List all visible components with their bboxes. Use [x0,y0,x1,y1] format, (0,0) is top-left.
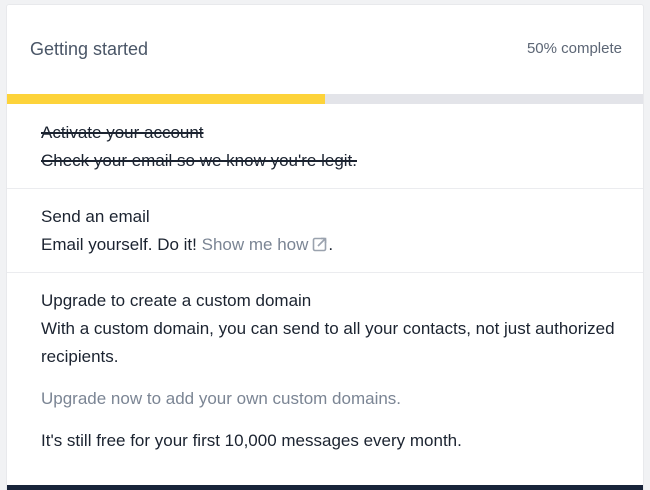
step-description-end: . [328,235,334,254]
progress-bar [7,94,643,104]
step-description: With a custom domain, you can send to al… [41,319,615,366]
step-title: Send an email [41,207,150,226]
upgrade-note: Upgrade now to add your own custom domai… [41,389,402,408]
getting-started-card: Getting started 50% complete Activate yo… [6,4,644,490]
step-title: Upgrade to create a custom domain [41,291,312,310]
free-tier-note: It's still free for your first 10,000 me… [41,431,462,450]
step-description: Email yourself. Do it! Show me how. [41,231,619,259]
bottom-bar [7,485,643,490]
show-me-how-label: Show me how [201,235,309,254]
step-description: Check your email so we know you're legit… [41,151,357,170]
card-header: Getting started 50% complete [7,5,643,94]
progress-bar-fill [7,94,325,104]
step-description-text: Email yourself. Do it! [41,235,197,254]
card-title: Getting started [30,39,149,59]
completion-status: 50% complete [526,40,622,57]
external-link-icon [313,237,327,252]
show-me-how-link[interactable]: Show me how [202,235,329,254]
divider [7,272,643,273]
step-send-email: Send an email Email yourself. Do it! Sho… [7,203,643,259]
step-activate-account: Activate your account Check your email s… [7,119,643,175]
divider [7,188,643,189]
step-title: Activate your account [41,123,204,142]
step-custom-domain: Upgrade to create a custom domain With a… [7,287,643,455]
